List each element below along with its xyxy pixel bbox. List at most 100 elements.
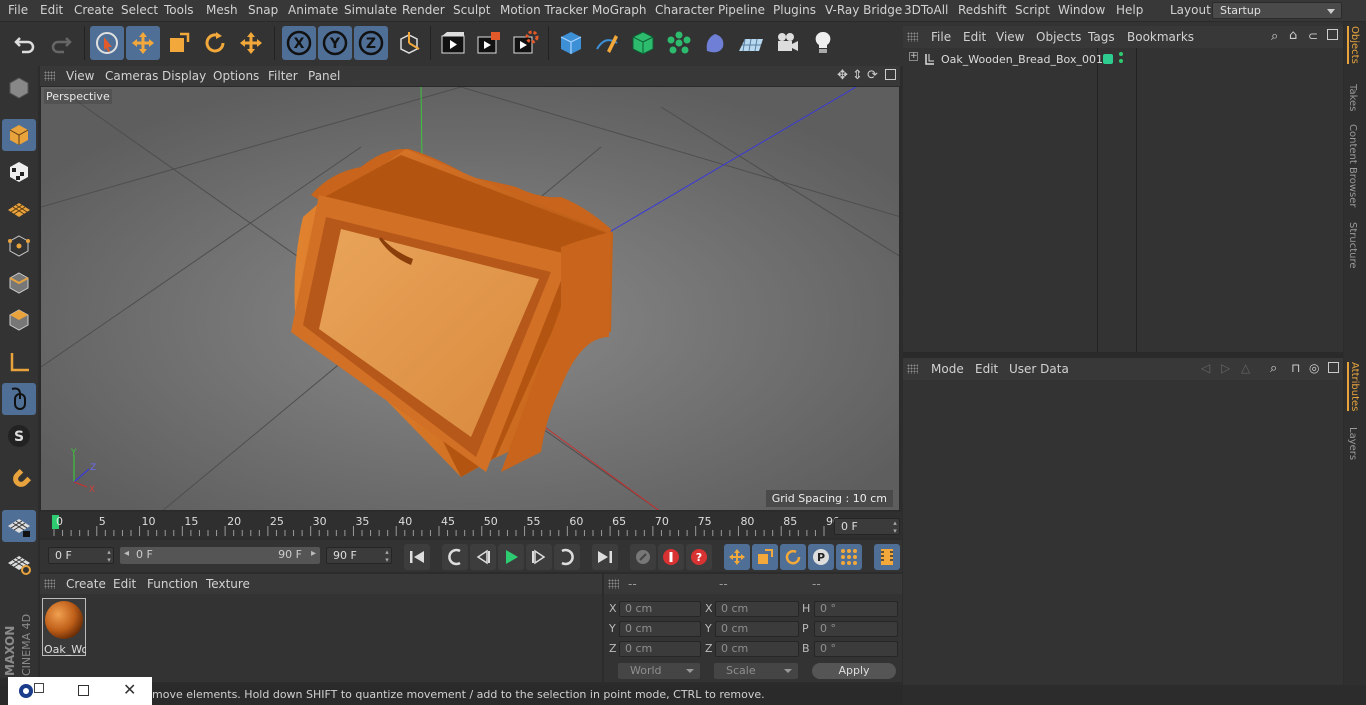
apply-button[interactable]: Apply xyxy=(812,663,896,679)
up-arrow-icon[interactable]: △ xyxy=(1241,361,1250,375)
y-axis-icon[interactable]: Y xyxy=(318,26,352,60)
move-icon[interactable] xyxy=(126,26,160,60)
tab-objects[interactable]: Objects xyxy=(1347,26,1360,64)
pen-icon[interactable] xyxy=(590,26,624,60)
viewport-menu-options[interactable]: Options xyxy=(213,69,259,83)
render-visibility-dot[interactable] xyxy=(1119,59,1123,63)
redo-icon[interactable] xyxy=(44,26,78,60)
autokey-icon[interactable] xyxy=(658,544,684,570)
attr-search-icon[interactable]: ⌕ xyxy=(1270,361,1277,376)
coordinate-system-icon[interactable] xyxy=(392,26,426,60)
attributes-menu-user-data[interactable]: User Data xyxy=(1009,362,1069,376)
search-icon[interactable]: ⌕ xyxy=(1271,29,1278,44)
pos-z-field[interactable]: 0 cm xyxy=(619,641,701,657)
points-mode-icon[interactable] xyxy=(2,230,36,262)
make-editable-icon[interactable] xyxy=(2,72,36,104)
frame-range-slider[interactable]: ◂ 0 F 90 F ▸ xyxy=(120,547,320,564)
restore-icon[interactable] xyxy=(34,683,44,693)
menu-script[interactable]: Script xyxy=(1015,3,1050,17)
viewport-menu-panel[interactable]: Panel xyxy=(308,69,340,83)
max-frame-field[interactable]: 90 F xyxy=(326,547,392,564)
prev-frame-icon[interactable] xyxy=(470,544,496,570)
material-menu-function[interactable]: Function xyxy=(147,577,198,591)
render-picture-viewer-icon[interactable] xyxy=(472,26,506,60)
size-x-field[interactable]: 0 cm xyxy=(715,601,799,617)
model-mode-icon[interactable] xyxy=(2,119,36,151)
viewport-menu-filter[interactable]: Filter xyxy=(268,69,298,83)
lock-icon[interactable]: ⊓ xyxy=(1291,361,1300,375)
menu-motion-tracker[interactable]: Motion Tracker xyxy=(500,3,588,17)
goto-start-icon[interactable] xyxy=(404,544,430,570)
key-parameter-icon[interactable]: P xyxy=(808,544,834,570)
snap-icon[interactable] xyxy=(2,465,36,497)
live-select-icon[interactable] xyxy=(90,26,124,60)
grid-lock-icon[interactable] xyxy=(2,510,36,542)
maximize-icon[interactable] xyxy=(78,685,89,696)
material-thumbnail[interactable]: Oak_Wo xyxy=(42,598,86,656)
material-menu-edit[interactable]: Edit xyxy=(113,577,136,591)
tweak-mode-icon[interactable] xyxy=(2,383,36,415)
objects-menu-objects[interactable]: Objects xyxy=(1036,30,1081,44)
keyframe-selection-icon[interactable]: ? xyxy=(686,544,712,570)
size-mode-dropdown[interactable]: Scale xyxy=(714,663,798,679)
goto-end-icon[interactable] xyxy=(592,544,618,570)
attributes-menu-mode[interactable]: Mode xyxy=(931,362,964,376)
panel-grip[interactable] xyxy=(907,32,918,42)
current-frame-field[interactable]: 0 F xyxy=(834,518,900,535)
target-icon[interactable]: ◎ xyxy=(1309,361,1319,375)
cube-icon[interactable] xyxy=(554,26,588,60)
link-icon[interactable]: ⊂ xyxy=(1308,29,1318,43)
light-icon[interactable] xyxy=(806,26,840,60)
viewport-dolly-icon[interactable]: ⇕ xyxy=(852,68,863,83)
back-arrow-icon[interactable]: ◁ xyxy=(1201,361,1210,375)
tab-structure[interactable]: Structure xyxy=(1347,222,1358,269)
menu-mesh[interactable]: Mesh xyxy=(206,3,238,17)
menu-character[interactable]: Character xyxy=(655,3,714,17)
menu-select[interactable]: Select xyxy=(121,3,158,17)
key-position-icon[interactable] xyxy=(724,544,750,570)
home-icon[interactable]: ⌂ xyxy=(1289,28,1297,43)
panel-grip[interactable] xyxy=(907,364,918,374)
record-disabled-icon[interactable] xyxy=(630,544,656,570)
timeline-window-icon[interactable] xyxy=(874,544,900,570)
tab-takes[interactable]: Takes xyxy=(1347,84,1358,111)
x-axis-icon[interactable]: X xyxy=(282,26,316,60)
panel-grip[interactable] xyxy=(608,579,619,589)
layout-select[interactable]: Startup xyxy=(1212,2,1342,19)
pos-x-field[interactable]: 0 cm xyxy=(619,601,701,617)
rot-p-field[interactable]: 0 ° xyxy=(814,621,898,637)
texture-mode-icon[interactable] xyxy=(2,156,36,188)
objects-menu-edit[interactable]: Edit xyxy=(963,30,986,44)
object-name[interactable]: Oak_Wooden_Bread_Box_001 xyxy=(941,53,1103,66)
cloner-icon[interactable] xyxy=(662,26,696,60)
menu-pipeline[interactable]: Pipeline xyxy=(718,3,765,17)
axis-mode-icon[interactable] xyxy=(2,347,36,379)
objects-menu-bookmarks[interactable]: Bookmarks xyxy=(1127,30,1194,44)
viewport-camera-label[interactable]: Perspective xyxy=(44,89,112,104)
undo-icon[interactable] xyxy=(8,26,42,60)
menu-3dtoall[interactable]: 3DToAll xyxy=(904,3,948,17)
tab-layers[interactable]: Layers xyxy=(1347,427,1358,460)
menu-animate[interactable]: Animate xyxy=(288,3,338,17)
close-icon[interactable]: ✕ xyxy=(123,680,136,699)
menu-snap[interactable]: Snap xyxy=(248,3,278,17)
rot-h-field[interactable]: 0 ° xyxy=(814,601,898,617)
viewport-menu-cameras[interactable]: Cameras xyxy=(105,69,158,83)
edges-mode-icon[interactable] xyxy=(2,267,36,299)
prev-key-icon[interactable] xyxy=(442,544,468,570)
menu-simulate[interactable]: Simulate xyxy=(344,3,397,17)
expand-icon[interactable]: + xyxy=(909,52,918,61)
menu-mograph[interactable]: MoGraph xyxy=(592,3,647,17)
objects-menu-tags[interactable]: Tags xyxy=(1088,30,1115,44)
attr-new-window-icon[interactable] xyxy=(1328,362,1339,373)
material-menu-texture[interactable]: Texture xyxy=(206,577,250,591)
panel-grip[interactable] xyxy=(44,71,55,81)
min-frame-field[interactable]: 0 F xyxy=(48,547,114,564)
menu-redshift[interactable]: Redshift xyxy=(958,3,1007,17)
animation-lock-icon[interactable] xyxy=(2,547,36,579)
menu-file[interactable]: File xyxy=(8,3,28,17)
render-view-icon[interactable] xyxy=(436,26,470,60)
tab-content-browser[interactable]: Content Browser xyxy=(1347,124,1358,207)
solo-icon[interactable]: S xyxy=(2,420,36,452)
objects-menu-file[interactable]: File xyxy=(931,30,951,44)
